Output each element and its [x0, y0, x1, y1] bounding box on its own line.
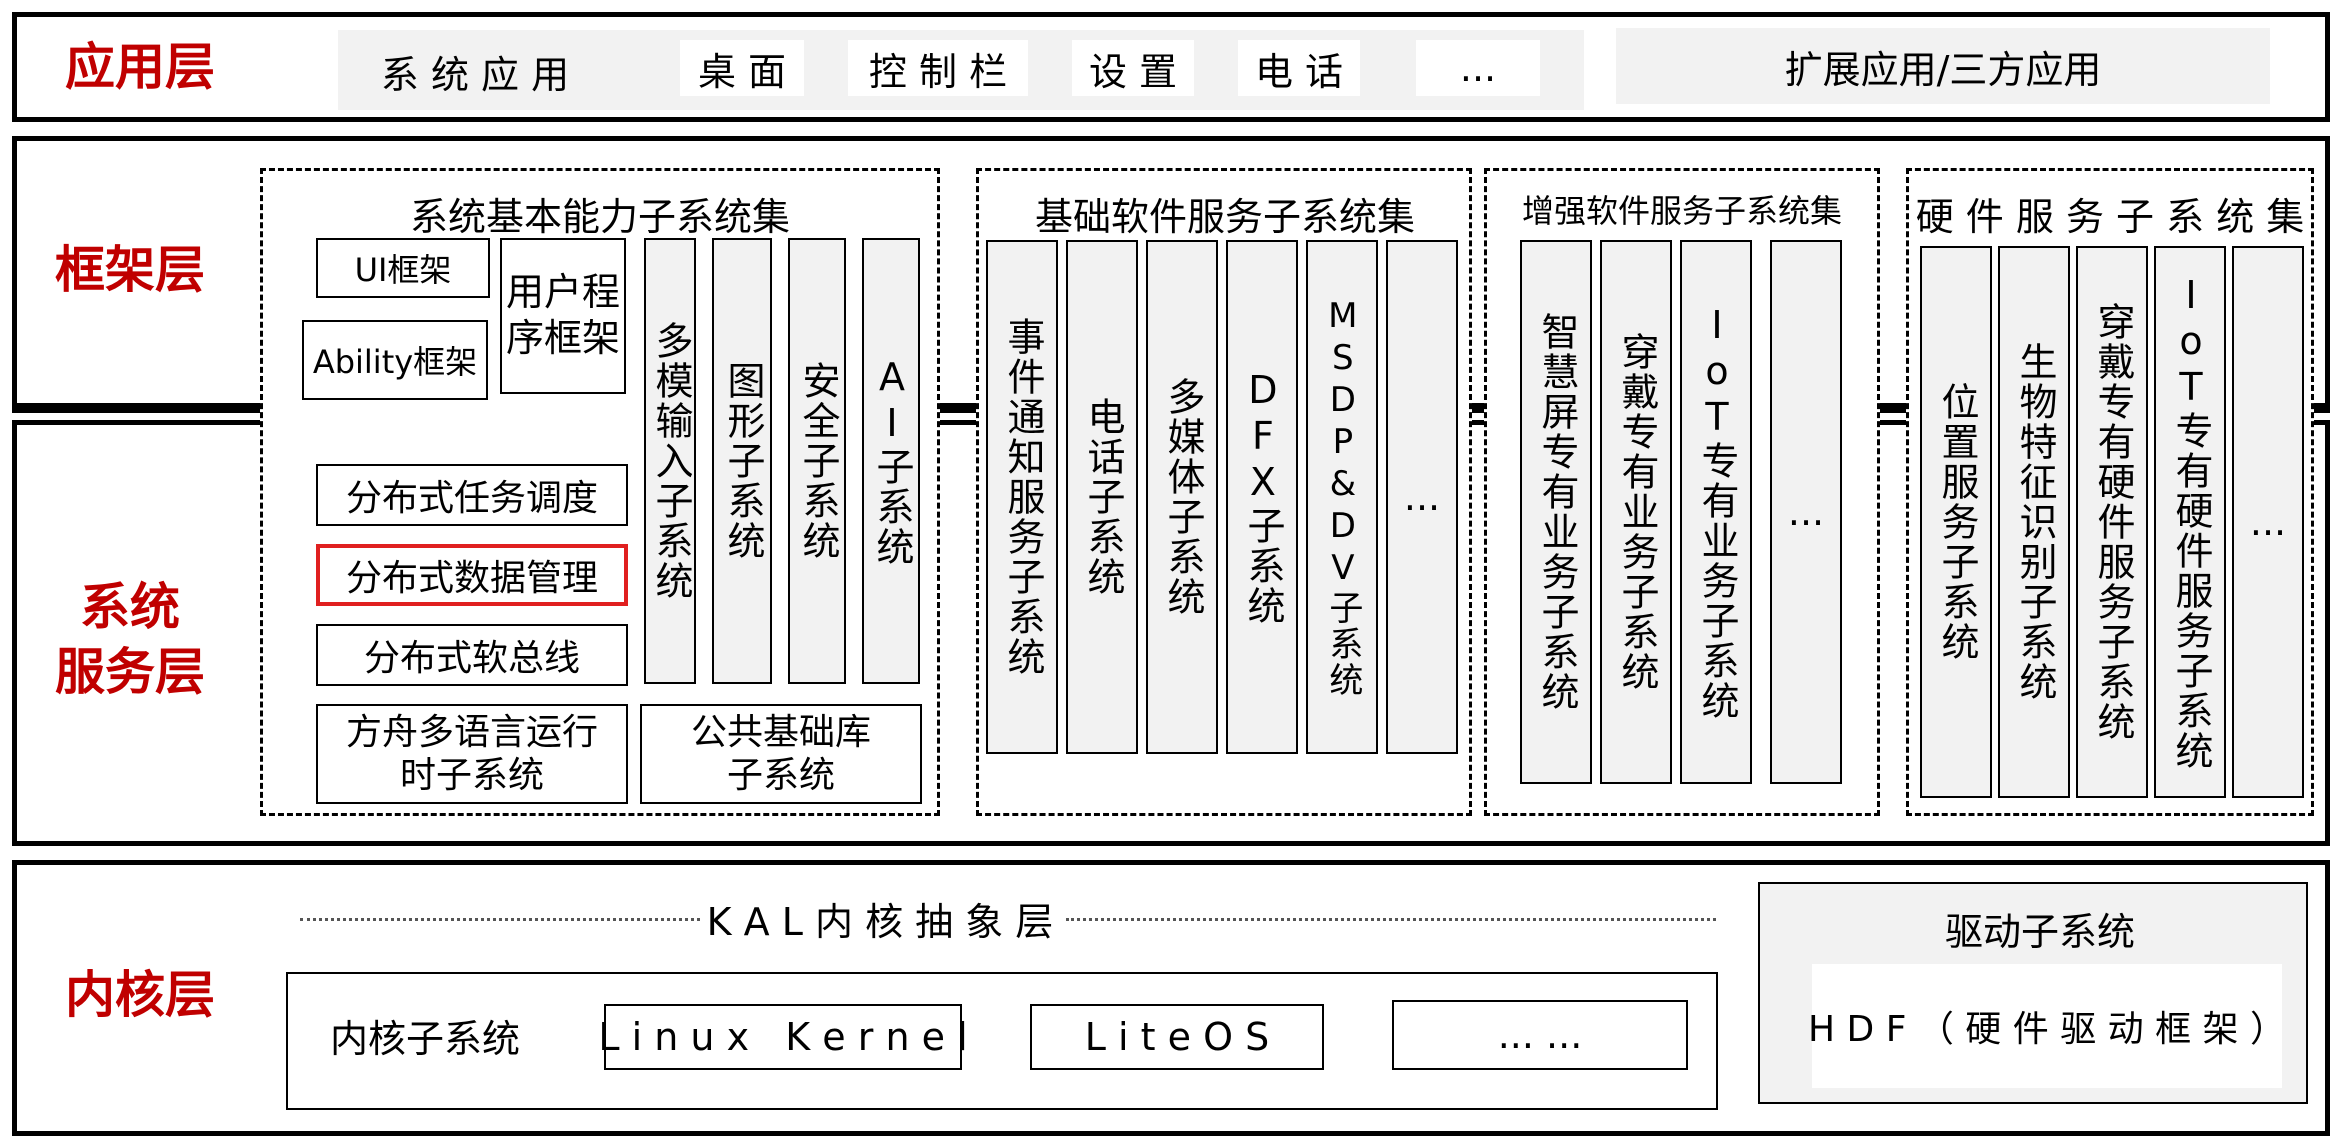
ark-runtime-subsystem: 方舟多语言运行 时子系统 — [316, 704, 628, 804]
enhanced-software-title: 增强软件服务子系统集 — [1521, 192, 1842, 230]
enhanced-software-more: ... — [1770, 240, 1842, 784]
public-base-library-subsystem: 公共基础库 子系统 — [640, 704, 922, 804]
location-label: 位置服务子系统 — [1934, 382, 1979, 662]
telephony-label: 电话子系统 — [1080, 397, 1125, 597]
liteos-box: L i t e O S — [1030, 1004, 1324, 1070]
wearable-hardware-label: 穿戴专有硬件服务子系统 — [2090, 302, 2135, 742]
dfx-subsystem: DFX子系统 — [1226, 240, 1298, 754]
iot-hardware-subsystem: IoT专有硬件服务子系统 — [2154, 246, 2226, 798]
dfx-label: DFX子系统 — [1240, 368, 1285, 626]
ui-framework-box: UI框架 — [316, 238, 490, 298]
multimedia-subsystem: 多媒体子系统 — [1146, 240, 1218, 754]
wearable-business-subsystem: 穿戴专有业务子系统 — [1600, 240, 1672, 784]
basic-software-title: 基础软件服务子系统集 — [1034, 194, 1415, 239]
security-label: 安全子系统 — [795, 361, 840, 561]
system-service-layer-label: 系统 服务层 — [55, 578, 205, 701]
hdf-box: H D F （ 硬 件 驱 动 框 架 ） — [1808, 964, 2286, 1088]
hardware-service-more-label: ... — [2249, 500, 2287, 544]
hardware-service-title: 硬 件 服 务 子 系 统 集 — [1915, 194, 2305, 239]
app-more: ... — [1416, 40, 1540, 96]
msdp-dv-subsystem: MSDP&DV子系统 — [1306, 240, 1378, 754]
ai-label: AI子系统 — [869, 355, 914, 567]
multimodal-input-subsystem: 多模输入子系统 — [644, 238, 696, 684]
distributed-task-scheduling: 分布式任务调度 — [316, 464, 628, 526]
enhanced-software-more-label: ... — [1787, 490, 1825, 534]
user-program-framework-box: 用户程 序框架 — [500, 238, 626, 394]
iot-hardware-label: IoT专有硬件服务子系统 — [2168, 273, 2213, 771]
graphics-subsystem: 图形子系统 — [712, 238, 772, 684]
basic-software-more-label: ... — [1403, 475, 1441, 519]
linux-kernel-box: L i n u x K e r n e l — [598, 1004, 968, 1070]
biometrics-label: 生物特征识别子系统 — [2012, 342, 2057, 702]
ability-framework-box: Ability框架 — [302, 320, 488, 400]
ai-subsystem: AI子系统 — [862, 238, 920, 684]
graphics-label: 图形子系统 — [720, 361, 765, 561]
iot-business-label: IoT专有业务子系统 — [1694, 303, 1739, 721]
security-subsystem: 安全子系统 — [788, 238, 846, 684]
app-phone: 电 话 — [1238, 40, 1360, 96]
iot-business-subsystem: IoT专有业务子系统 — [1680, 240, 1752, 784]
kernel-subsystem-label: 内核子系统 — [329, 1016, 520, 1061]
telephony-subsystem: 电话子系统 — [1066, 240, 1138, 754]
kal-label: K A L 内 核 抽 象 层 — [706, 899, 1054, 944]
basic-capability-title: 系统基本能力子系统集 — [409, 194, 790, 239]
event-notification-subsystem: 事件通知服务子系统 — [986, 240, 1058, 754]
wearable-hardware-subsystem: 穿戴专有硬件服务子系统 — [2076, 246, 2148, 798]
hardware-service-more: ... — [2232, 246, 2304, 798]
app-settings: 设 置 — [1072, 40, 1194, 96]
biometrics-subsystem: 生物特征识别子系统 — [1998, 246, 2070, 798]
location-subsystem: 位置服务子系统 — [1920, 246, 1992, 798]
kal-dotted-line-right — [1066, 918, 1716, 921]
driver-subsystem-label: 驱动子系统 — [1944, 909, 2135, 954]
kernel-layer-label: 内核层 — [65, 965, 215, 1024]
distributed-soft-bus: 分布式软总线 — [316, 624, 628, 686]
system-apps-label: 系 统 应 用 — [380, 52, 570, 97]
framework-layer-label: 框架层 — [55, 240, 205, 299]
kal-dotted-line-left — [300, 918, 700, 921]
smart-screen-label: 智慧屏专有业务子系统 — [1534, 312, 1579, 712]
kernel-more-box: ... ... — [1392, 1000, 1688, 1070]
app-desktop: 桌 面 — [680, 40, 804, 96]
multimodal-input-label: 多模输入子系统 — [648, 321, 693, 601]
app-layer-label: 应用层 — [65, 37, 215, 96]
multimedia-label: 多媒体子系统 — [1160, 377, 1205, 617]
msdp-dv-label: MSDP&DV子系统 — [1322, 296, 1363, 698]
wearable-business-label: 穿戴专有业务子系统 — [1614, 332, 1659, 692]
distributed-data-management: 分布式数据管理 — [316, 544, 628, 606]
app-control-bar: 控 制 栏 — [848, 40, 1028, 96]
basic-software-more: ... — [1386, 240, 1458, 754]
event-notification-label: 事件通知服务子系统 — [1000, 317, 1045, 677]
extended-apps: 扩展应用/三方应用 — [1616, 28, 2270, 104]
smart-screen-subsystem: 智慧屏专有业务子系统 — [1520, 240, 1592, 784]
